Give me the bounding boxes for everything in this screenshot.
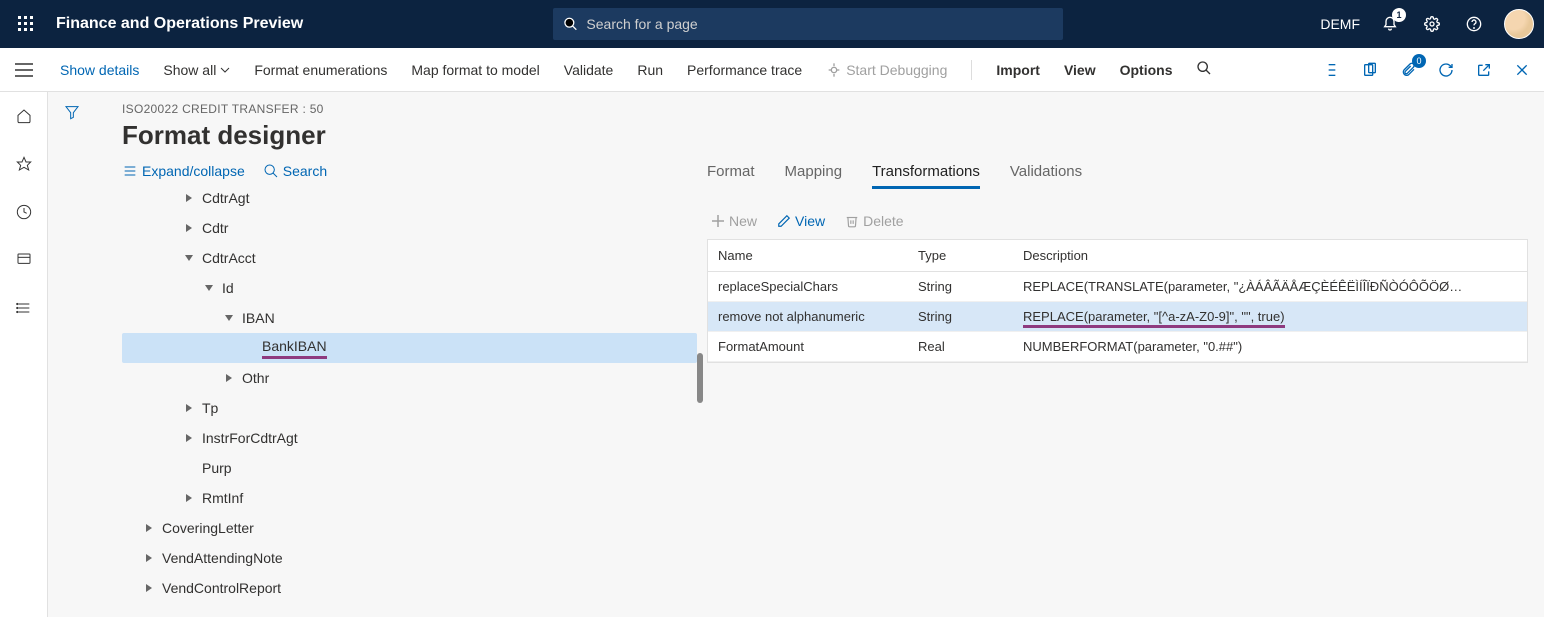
tree-node-vendattendingnote[interactable]: VendAttendingNote xyxy=(122,543,697,573)
tab-transformations[interactable]: Transformations xyxy=(872,163,980,189)
related-info-icon[interactable] xyxy=(1322,60,1342,80)
show-all-dropdown[interactable]: Show all xyxy=(163,62,230,78)
tree-search-label: Search xyxy=(283,163,327,179)
col-header-type[interactable]: Type xyxy=(908,240,1013,271)
view-menu[interactable]: View xyxy=(1064,62,1096,78)
user-avatar[interactable] xyxy=(1504,9,1534,39)
popout-icon[interactable] xyxy=(1474,60,1494,80)
tabs-row: Format Mapping Transformations Validatio… xyxy=(707,163,1528,197)
tree-node-purp[interactable]: Purp xyxy=(122,453,697,483)
bankiban-label: BankIBAN xyxy=(262,338,327,359)
header-right: DEMF 1 xyxy=(1320,9,1534,39)
app-launcher-icon[interactable] xyxy=(10,8,42,40)
home-icon[interactable] xyxy=(12,104,36,128)
tree-node-instrforcdtragt[interactable]: InstrForCdtrAgt xyxy=(122,423,697,453)
tree-node-tp[interactable]: Tp xyxy=(122,393,697,423)
expand-collapse-label: Expand/collapse xyxy=(142,163,245,179)
favorites-icon[interactable] xyxy=(12,152,36,176)
grid-actions: New View Delete xyxy=(707,197,1528,239)
recent-icon[interactable] xyxy=(12,200,36,224)
notifications-icon[interactable]: 1 xyxy=(1378,12,1402,36)
app-title: Finance and Operations Preview xyxy=(56,15,303,33)
show-all-label: Show all xyxy=(163,62,216,78)
tree-node-cdtracct[interactable]: CdtrAcct xyxy=(122,243,697,273)
hamburger-button[interactable] xyxy=(0,48,48,92)
delete-button: Delete xyxy=(845,213,903,229)
tree-node-othr[interactable]: Othr xyxy=(122,363,697,393)
format-tree-pane: Expand/collapse Search CdtrAgt Cdtr Cdtr… xyxy=(122,163,697,608)
settings-icon[interactable] xyxy=(1420,12,1444,36)
attachments-badge: 0 xyxy=(1412,54,1426,68)
format-tree: CdtrAgt Cdtr CdtrAcct Id IBAN BankIBAN O… xyxy=(122,183,697,603)
tree-node-coveringletter[interactable]: CoveringLetter xyxy=(122,513,697,543)
notification-badge: 1 xyxy=(1392,8,1406,22)
details-pane: Format Mapping Transformations Validatio… xyxy=(707,163,1528,608)
modules-icon[interactable] xyxy=(12,296,36,320)
global-search[interactable] xyxy=(553,8,1063,40)
tree-node-rmtinf[interactable]: RmtInf xyxy=(122,483,697,513)
search-input[interactable] xyxy=(586,16,1053,32)
workspaces-icon[interactable] xyxy=(12,248,36,272)
tree-node-id[interactable]: Id xyxy=(122,273,697,303)
company-indicator[interactable]: DEMF xyxy=(1320,16,1360,32)
col-header-name[interactable]: Name xyxy=(708,240,908,271)
delete-label: Delete xyxy=(863,213,903,229)
breadcrumb: ISO20022 CREDIT TRANSFER : 50 xyxy=(96,102,1544,116)
navigation-rail xyxy=(0,92,48,617)
new-button: New xyxy=(711,213,757,229)
refresh-icon[interactable] xyxy=(1436,60,1456,80)
start-debugging-label: Start Debugging xyxy=(846,62,947,78)
pane-resize-handle[interactable] xyxy=(697,353,703,403)
filter-rail xyxy=(48,92,96,617)
tree-search-button[interactable]: Search xyxy=(263,163,327,179)
col-header-desc[interactable]: Description xyxy=(1013,240,1527,271)
run-button[interactable]: Run xyxy=(637,62,663,78)
attachments-icon[interactable]: 0 xyxy=(1398,60,1418,80)
tree-node-vendcontrolreport[interactable]: VendControlReport xyxy=(122,573,697,603)
map-format-button[interactable]: Map format to model xyxy=(411,62,539,78)
filter-icon[interactable] xyxy=(64,104,80,617)
close-icon[interactable] xyxy=(1512,60,1532,80)
command-bar: Show details Show all Format enumeration… xyxy=(48,48,1544,92)
validate-button[interactable]: Validate xyxy=(564,62,614,78)
grid-row[interactable]: replaceSpecialChars String REPLACE(TRANS… xyxy=(708,272,1527,302)
show-details-link[interactable]: Show details xyxy=(60,62,139,78)
page-title: Format designer xyxy=(96,116,1544,163)
view-button[interactable]: View xyxy=(777,213,825,229)
tab-validations[interactable]: Validations xyxy=(1010,163,1082,189)
view-label: View xyxy=(795,213,825,229)
office-addin-icon[interactable] xyxy=(1360,60,1380,80)
import-button[interactable]: Import xyxy=(996,62,1040,78)
help-icon[interactable] xyxy=(1462,12,1486,36)
tree-node-cdtr[interactable]: Cdtr xyxy=(122,213,697,243)
grid-header: Name Type Description xyxy=(708,240,1527,272)
tree-node-bankiban[interactable]: BankIBAN xyxy=(122,333,697,363)
options-menu[interactable]: Options xyxy=(1120,62,1173,78)
tab-mapping[interactable]: Mapping xyxy=(785,163,843,189)
expand-collapse-button[interactable]: Expand/collapse xyxy=(122,163,245,179)
format-enumerations-button[interactable]: Format enumerations xyxy=(254,62,387,78)
new-label: New xyxy=(729,213,757,229)
tree-node-cdtragt[interactable]: CdtrAgt xyxy=(122,183,697,213)
transformations-grid: Name Type Description replaceSpecialChar… xyxy=(707,239,1528,363)
performance-trace-button[interactable]: Performance trace xyxy=(687,62,802,78)
grid-row[interactable]: remove not alphanumeric String REPLACE(p… xyxy=(708,302,1527,332)
grid-row[interactable]: FormatAmount Real NUMBERFORMAT(parameter… xyxy=(708,332,1527,362)
main-content: ISO20022 CREDIT TRANSFER : 50 Format des… xyxy=(96,92,1544,617)
selected-desc: REPLACE(parameter, "[^a-zA-Z0-9]", "", t… xyxy=(1023,309,1285,328)
start-debugging-button: Start Debugging xyxy=(826,62,947,78)
global-header: Finance and Operations Preview DEMF 1 xyxy=(0,0,1544,48)
tree-toolbar: Expand/collapse Search xyxy=(122,163,697,179)
tab-format[interactable]: Format xyxy=(707,163,755,189)
tree-node-iban[interactable]: IBAN xyxy=(122,303,697,333)
cmdbar-search-icon[interactable] xyxy=(1196,60,1212,79)
